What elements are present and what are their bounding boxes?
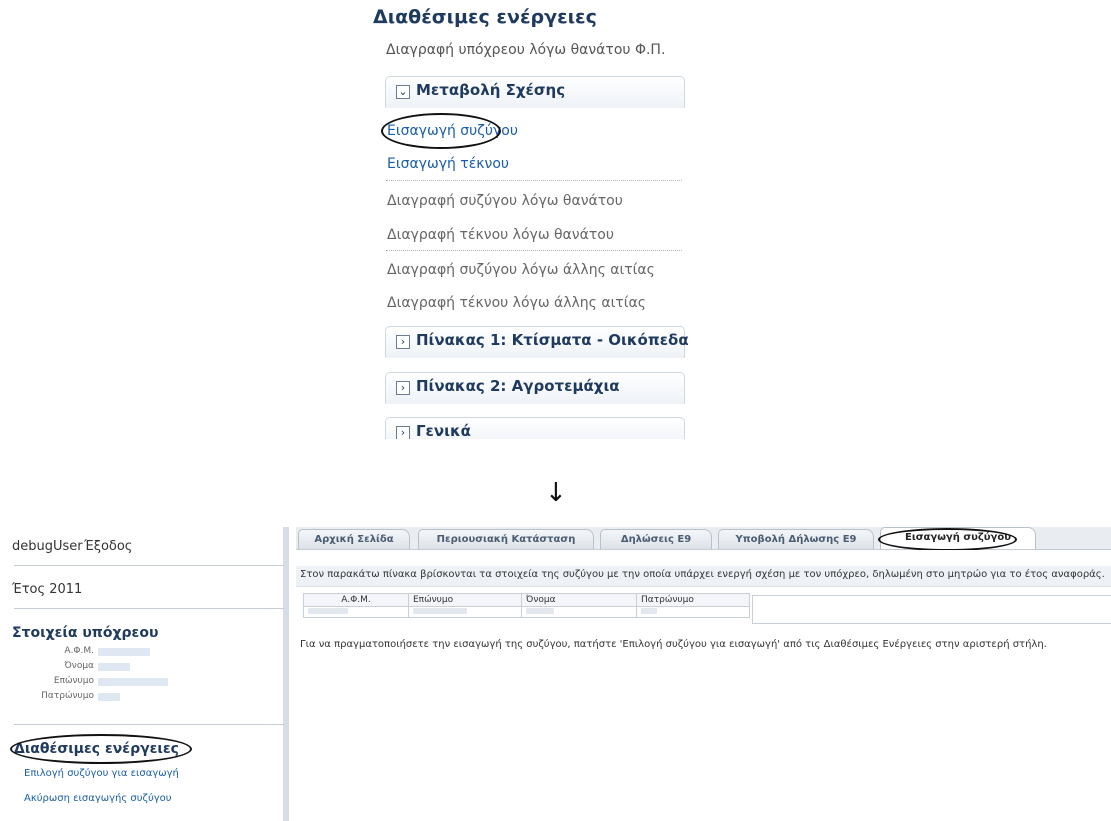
sidebar-divider [14,724,284,725]
section-header-table2[interactable]: › Πίνακας 2: Αγροτεμάχια [385,372,685,404]
logout-link[interactable]: Έξοδος [84,539,132,554]
spouse-table: Α.Φ.Μ. Επώνυμο Όνομα Πατρώνυμο [303,593,750,618]
sidebar-divider [14,565,284,566]
select-spouse-link[interactable]: Επιλογή συζύγου για εισαγωγή [24,768,179,779]
first-name-value [98,663,130,671]
tab-home[interactable]: Αρχική Σελίδα [298,529,410,549]
menu-item-delete-child-death: Διαγραφή τέκνου λόγω θανάτου [387,227,614,243]
tab-e9-declarations[interactable]: Δηλώσεις Ε9 [600,529,712,549]
chevron-right-icon[interactable]: › [396,381,410,395]
column-header: Όνομα [521,593,637,607]
section-header-general[interactable]: › Γενικά [385,417,685,439]
info-text: Στον παρακάτω πίνακα βρίσκονται τα στοιχ… [300,569,1105,580]
first-name-label: Όνομα [64,661,94,671]
father-name-label: Πατρώνυμο [41,691,94,701]
tab-assets[interactable]: Περιουσιακή Κατάσταση [418,529,594,549]
tab-submit-e9[interactable]: Υποβολή Δήλωσης Ε9 [718,529,874,549]
afm-label: Α.Φ.Μ. [64,646,94,656]
last-name-value [98,678,168,686]
chevron-right-icon[interactable]: › [396,426,410,439]
cancel-spouse-insert-link[interactable]: Ακύρωση εισαγωγής συζύγου [24,793,172,804]
arrow-down-icon: ↓ [545,478,567,508]
section-label: Γενικά [416,422,471,439]
last-name-cell [408,606,522,618]
menu-item-delete-child-other: Διαγραφή τέκνου λόγω άλλης αιτίας [387,295,646,311]
afm-cell [303,606,409,618]
main-content [296,550,1111,821]
highlight-ellipse [10,734,192,764]
section-header-relation-change[interactable]: ⌄ Μεταβολή Σχέσης [385,76,685,108]
column-header: Επώνυμο [408,593,522,607]
father-name-value [98,693,120,701]
section-label: Μεταβολή Σχέσης [416,81,566,99]
first-name-cell [521,606,637,618]
last-name-label: Επώνυμο [53,676,94,686]
table-row[interactable] [303,606,750,618]
highlight-ellipse [878,528,1017,551]
taxpayer-heading: Στοιχεία υπόχρεου [12,625,159,641]
father-name-cell [636,606,750,618]
highlight-ellipse [381,113,501,149]
menu-divider [386,250,682,251]
help-text: Για να πραγματοποιήσετε την εισαγωγή της… [300,639,1047,650]
top-actions-title: Διαθέσιμες ενέργειες [373,6,597,28]
table-extension [752,595,1111,624]
column-header: Πατρώνυμο [636,593,750,607]
column-header: Α.Φ.Μ. [303,593,409,607]
table-header-row: Α.Φ.Μ. Επώνυμο Όνομα Πατρώνυμο [303,593,750,607]
section-label: Πίνακας 2: Αγροτεμάχια [416,377,620,395]
afm-value [98,648,150,656]
menu-item-insert-child[interactable]: Εισαγωγή τέκνου [387,156,509,172]
sidebar-divider [14,608,284,609]
username-label: debugUser [12,539,83,554]
menu-item-delete-spouse-other: Διαγραφή συζύγου λόγω άλλης αιτίας [387,262,655,278]
chevron-down-icon[interactable]: ⌄ [396,85,410,99]
section-header-table1[interactable]: › Πίνακας 1: Κτίσματα - Οικόπεδα [385,326,689,358]
section-label: Πίνακας 1: Κτίσματα - Οικόπεδα [416,331,689,349]
menu-item-delete-spouse-death: Διαγραφή συζύγου λόγω θανάτου [387,193,623,209]
year-label: Έτος 2011 [12,582,83,597]
menu-divider [386,180,682,181]
section-header-general-clip: › Γενικά [385,417,685,439]
chevron-right-icon[interactable]: › [396,335,410,349]
delete-taxpayer-death-link[interactable]: Διαγραφή υπόχρεου λόγω θανάτου Φ.Π. [386,42,665,58]
